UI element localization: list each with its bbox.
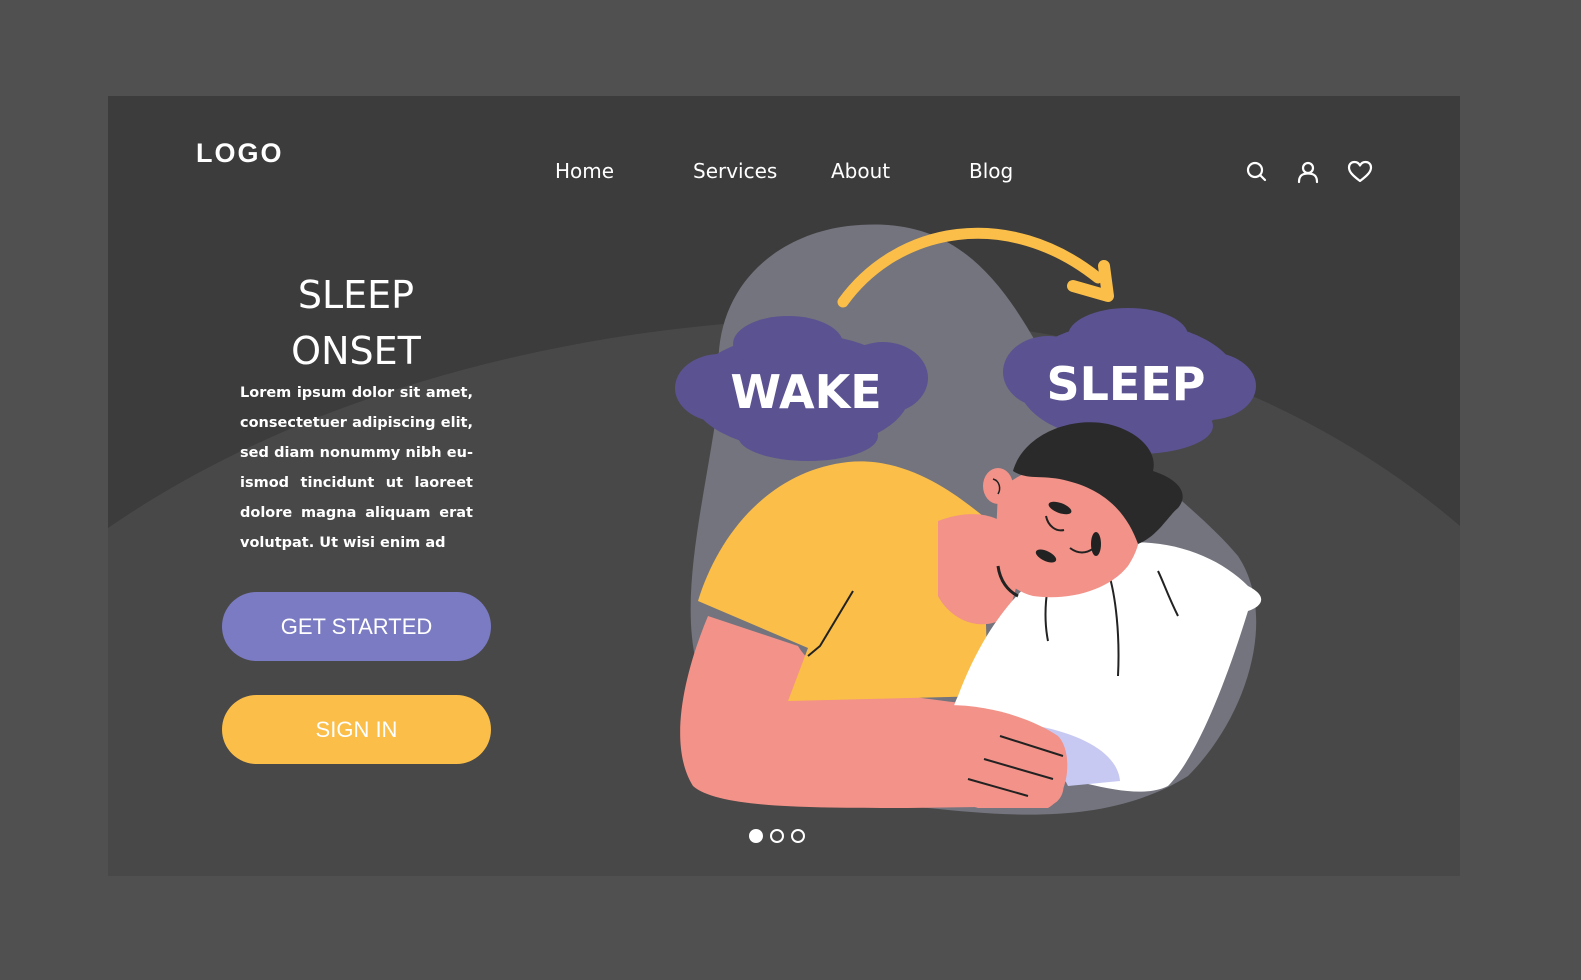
carousel-dot-2[interactable] (770, 829, 784, 843)
landing-frame: LOGO Home Services About Blog SLEEP ONSE… (108, 96, 1460, 876)
wake-label: WAKE (730, 365, 881, 419)
sleep-label: SLEEP (1046, 357, 1205, 411)
sleep-illustration: WAKE SLEEP (675, 224, 1262, 815)
carousel-indicators (749, 829, 805, 843)
carousel-dot-1[interactable] (749, 829, 763, 843)
carousel-dot-3[interactable] (791, 829, 805, 843)
